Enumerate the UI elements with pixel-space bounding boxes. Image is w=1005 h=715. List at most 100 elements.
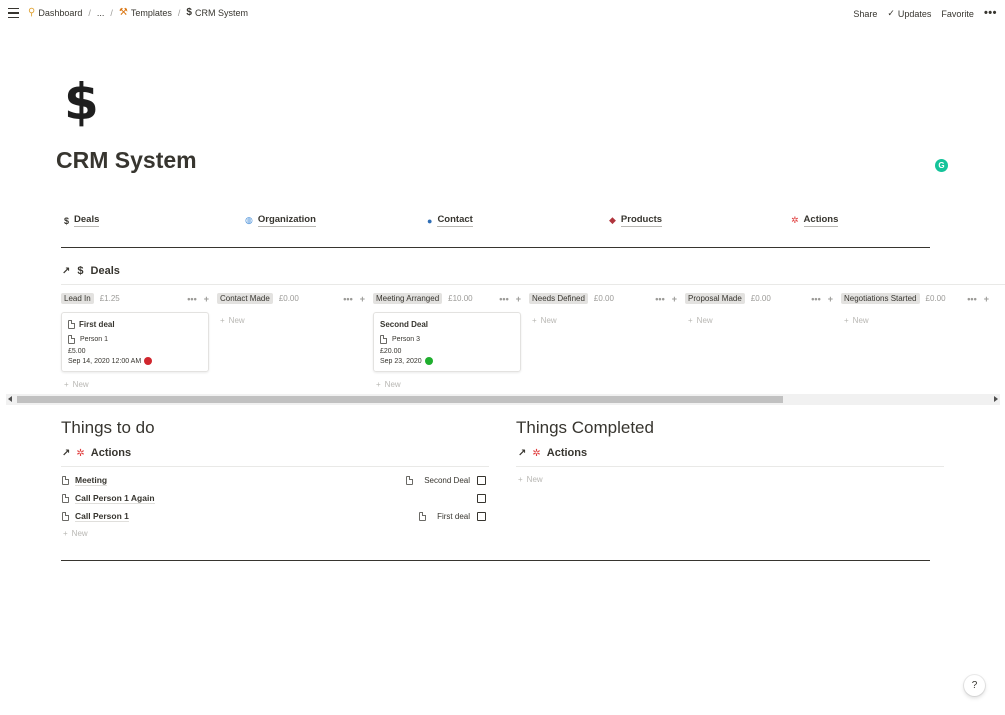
task-name: Call Person 1 Again (75, 492, 155, 504)
page-title[interactable]: CRM System (56, 147, 197, 174)
board-title-label: Deals (90, 265, 120, 277)
breadcrumb-separator: / (88, 8, 91, 18)
list-item[interactable]: Call Person 1 Again (62, 491, 486, 505)
linked-arrow-icon: ↗ (518, 447, 527, 459)
scrollbar-thumb[interactable] (17, 396, 783, 403)
column-header: Meeting Arranged £10.00 ••• + (373, 292, 521, 305)
board-column-negotiations-started: Negotiations Started £0.00 ••• + + New (841, 292, 989, 325)
link-label: Actions (803, 214, 839, 227)
more-options-icon[interactable]: ••• (499, 294, 508, 304)
plus-icon: + (844, 316, 849, 325)
deal-card[interactable]: First deal Person 1 £5.00 Sep 14, 2020 1… (61, 312, 209, 372)
more-options-icon[interactable]: ••• (967, 294, 976, 304)
things-to-do-heading[interactable]: Things to do (61, 418, 155, 438)
new-card-button[interactable]: + New (688, 316, 833, 325)
new-card-button[interactable]: + New (64, 380, 209, 389)
new-card-button[interactable]: + New (844, 316, 989, 325)
add-icon[interactable]: + (204, 294, 209, 304)
more-options-icon[interactable]: ••• (655, 294, 664, 304)
updates-button[interactable]: ✓ Updates (887, 8, 931, 19)
link-products[interactable]: ◆ Products (609, 214, 663, 227)
column-tag[interactable]: Lead In (61, 293, 94, 304)
card-title: Second Deal (380, 319, 429, 329)
more-options-icon[interactable]: ••• (187, 294, 196, 304)
add-icon[interactable]: + (672, 294, 677, 304)
new-label: New (526, 475, 543, 484)
divider (516, 466, 944, 467)
page-links: $ Deals ◍ Organization ● Contact ◆ Produ… (60, 214, 940, 230)
scroll-left-icon[interactable] (8, 396, 12, 402)
deal-card[interactable]: Second Deal Person 3 £20.00 Sep 23, 2020 (373, 312, 521, 372)
grammarly-icon[interactable]: G (935, 159, 948, 172)
plus-icon: + (63, 529, 68, 538)
divider (61, 466, 489, 467)
card-person: Person 1 (80, 336, 109, 343)
things-completed-heading[interactable]: Things Completed (516, 418, 654, 438)
breadcrumb-label: Dashboard (38, 8, 83, 18)
scroll-right-icon[interactable] (994, 396, 998, 402)
column-tag[interactable]: Proposal Made (685, 293, 745, 304)
list-item[interactable]: Call Person 1 First deal (62, 509, 486, 523)
add-icon[interactable]: + (984, 294, 989, 304)
share-button[interactable]: Share (853, 9, 877, 19)
column-tag[interactable]: Needs Defined (529, 293, 588, 304)
breadcrumb-separator: / (110, 8, 113, 18)
column-sum: £0.00 (925, 294, 946, 303)
completed-actions-title[interactable]: ↗ ✲ Actions (518, 447, 587, 459)
add-icon[interactable]: + (360, 294, 365, 304)
document-icon (68, 319, 75, 329)
status-dot-icon (144, 357, 153, 365)
card-date: Sep 14, 2020 12:00 AM (68, 357, 142, 365)
column-tag[interactable]: Negotiations Started (841, 293, 920, 304)
board-column-meeting-arranged: Meeting Arranged £10.00 ••• + Second Deal… (373, 292, 521, 389)
link-actions[interactable]: ✲ Actions (791, 214, 839, 227)
document-icon (380, 335, 387, 344)
new-card-button[interactable]: + New (376, 380, 521, 389)
new-card-button[interactable]: + New (532, 316, 677, 325)
deals-board-title[interactable]: ↗ $ Deals (62, 265, 120, 277)
column-sum: £0.00 (750, 294, 771, 303)
more-options-icon[interactable]: ••• (984, 8, 997, 19)
breadcrumb-crm-system[interactable]: $ CRM System (186, 8, 248, 19)
new-task-button[interactable]: + New (63, 529, 88, 538)
list-item[interactable]: Meeting Second Deal (62, 473, 486, 487)
link-organization[interactable]: ◍ Organization (245, 214, 316, 227)
sparkle-icon: ✲ (532, 447, 541, 459)
task-relation[interactable]: Second Deal (424, 476, 470, 485)
column-tag[interactable]: Meeting Arranged (373, 293, 443, 304)
breadcrumb-templates[interactable]: ⚒ Templates (119, 8, 172, 19)
column-tag[interactable]: Contact Made (217, 293, 273, 304)
help-button[interactable]: ? (964, 675, 985, 696)
add-icon[interactable]: + (516, 294, 521, 304)
task-checkbox[interactable] (477, 511, 486, 521)
task-relation[interactable]: First deal (437, 512, 470, 521)
breadcrumb-dashboard[interactable]: ⚲ Dashboard (28, 8, 83, 19)
column-header: Contact Made £0.00 ••• + (217, 292, 365, 305)
task-checkbox[interactable] (477, 493, 486, 503)
task-checkbox[interactable] (477, 475, 486, 485)
new-task-button[interactable]: + New (518, 475, 543, 484)
card-amount: £20.00 (380, 348, 402, 355)
plus-icon: + (376, 380, 381, 389)
more-options-icon[interactable]: ••• (343, 294, 352, 304)
link-label: Contact (437, 214, 473, 227)
hamburger-menu-icon[interactable] (8, 8, 19, 18)
new-card-button[interactable]: + New (220, 316, 365, 325)
document-icon (419, 511, 427, 521)
add-icon[interactable]: + (828, 294, 833, 304)
plus-icon: + (688, 316, 693, 325)
breadcrumb-ellipsis[interactable]: ... (97, 8, 105, 18)
more-options-icon[interactable]: ••• (811, 294, 820, 304)
list-title: Actions (90, 447, 132, 459)
link-deals[interactable]: $ Deals (64, 214, 100, 227)
horizontal-scrollbar[interactable] (6, 394, 1000, 405)
sparkle-icon: ✲ (76, 447, 85, 459)
favorite-button[interactable]: Favorite (941, 9, 974, 19)
new-label: New (696, 316, 713, 325)
link-contact[interactable]: ● Contact (427, 214, 473, 227)
todo-actions-title[interactable]: ↗ ✲ Actions (62, 447, 131, 459)
top-actions: Share ✓ Updates Favorite ••• (853, 8, 997, 19)
task-name: Meeting (75, 474, 108, 486)
page-icon[interactable]: $ (64, 74, 99, 130)
board-column-proposal-made: Proposal Made £0.00 ••• + + New (685, 292, 833, 325)
